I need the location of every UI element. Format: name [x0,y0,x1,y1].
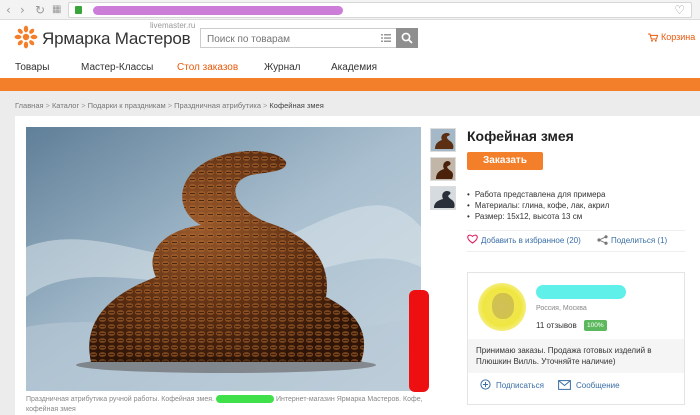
thumbnail[interactable] [430,128,456,152]
search-button[interactable] [396,28,418,48]
breadcrumb-current: Кофейная змея [269,101,324,110]
seller-city: Россия, Москва [536,305,587,312]
nav-item-academy[interactable]: Академия [331,62,377,73]
subscribe-link[interactable]: Подписаться [496,381,544,390]
redacted-seller-name[interactable] [536,285,626,299]
avatar[interactable] [478,283,526,331]
nav-item-master-classes[interactable]: Мастер-Классы [81,62,153,73]
property-item: Работа представлена для примера [467,189,609,200]
share-link[interactable]: Поделиться (1) [611,236,667,245]
site-header: Ярмарка Мастеров livemaster.ru Корзина [0,20,700,56]
product-title: Кофейная змея [467,128,574,144]
caption-text-1: Праздничная атрибутика ручной работы. Ко… [26,396,214,403]
reload-icon[interactable]: ↻ [35,2,45,18]
seller-description: Принимаю заказы. Продажа готовых изделий… [468,339,684,373]
search-box [200,28,418,49]
logo-icon[interactable] [14,25,38,49]
logo-subtext: livemaster.ru [150,21,196,30]
heart-icon[interactable] [467,234,478,244]
lock-icon [75,6,82,14]
list-icon[interactable] [381,33,391,43]
plus-circle-icon[interactable] [480,379,491,390]
cart-label: Корзина [661,32,696,42]
breadcrumb-item[interactable]: Каталог [52,101,79,110]
apps-icon[interactable]: ▦ [52,2,61,18]
breadcrumb-item[interactable]: Главная [15,101,44,110]
redacted-url [93,6,343,15]
rating-badge: 100% [584,320,607,331]
thumbnail[interactable] [430,157,456,181]
main-nav: Товары Мастер-Классы Стол заказов Журнал… [0,56,700,78]
cart-link[interactable]: Корзина [648,32,695,42]
seller-card: Россия, Москва 11 отзывов 100% Принимаю … [467,272,685,405]
search-input[interactable] [201,30,376,49]
reviews-link[interactable]: 11 отзывов [536,321,577,330]
add-to-favorites-link[interactable]: Добавить в избранное (20) [481,236,581,245]
breadcrumb-item[interactable]: Праздничная атрибутика [174,101,261,110]
cart-icon [648,33,658,42]
product-properties: Работа представлена для примера Материал… [467,189,610,222]
redacted-shop-name [216,395,274,404]
property-item: Материалы: глина, кофе, лак, акрил [467,200,610,211]
logo-text[interactable]: Ярмарка Мастеров [42,29,191,49]
orange-divider-bar [0,78,700,91]
thumbnail[interactable] [430,186,456,210]
nav-item-goods[interactable]: Товары [15,62,49,73]
photo-caption: Праздничная атрибутика ручной работы. Ко… [26,395,426,415]
breadcrumb: Главная > Каталог > Подарки к праздникам > Пра… [15,101,324,110]
search-icon [401,32,413,44]
back-icon[interactable]: ‹ [6,2,11,18]
bookmark-heart-icon[interactable]: ♡ [674,3,685,17]
nav-item-journal[interactable]: Журнал [264,62,301,73]
redaction-mark [409,290,429,392]
order-button[interactable]: Заказать [467,152,543,170]
breadcrumb-item[interactable]: Подарки к праздникам [88,101,166,110]
property-item: Размер: 15х12, высота 13 см [467,211,609,222]
message-link[interactable]: Сообщение [576,381,620,390]
address-bar[interactable]: ♡ [68,2,692,18]
envelope-icon[interactable] [558,380,571,390]
product-photo[interactable] [26,127,421,391]
forward-icon[interactable]: › [20,2,25,18]
nav-item-order-table[interactable]: Стол заказов [177,62,238,73]
browser-toolbar: ‹ › ↻ ▦ ♡ [0,0,700,20]
share-icon[interactable] [597,235,608,245]
product-actions: Добавить в избранное (20) Поделиться (1) [467,230,685,252]
